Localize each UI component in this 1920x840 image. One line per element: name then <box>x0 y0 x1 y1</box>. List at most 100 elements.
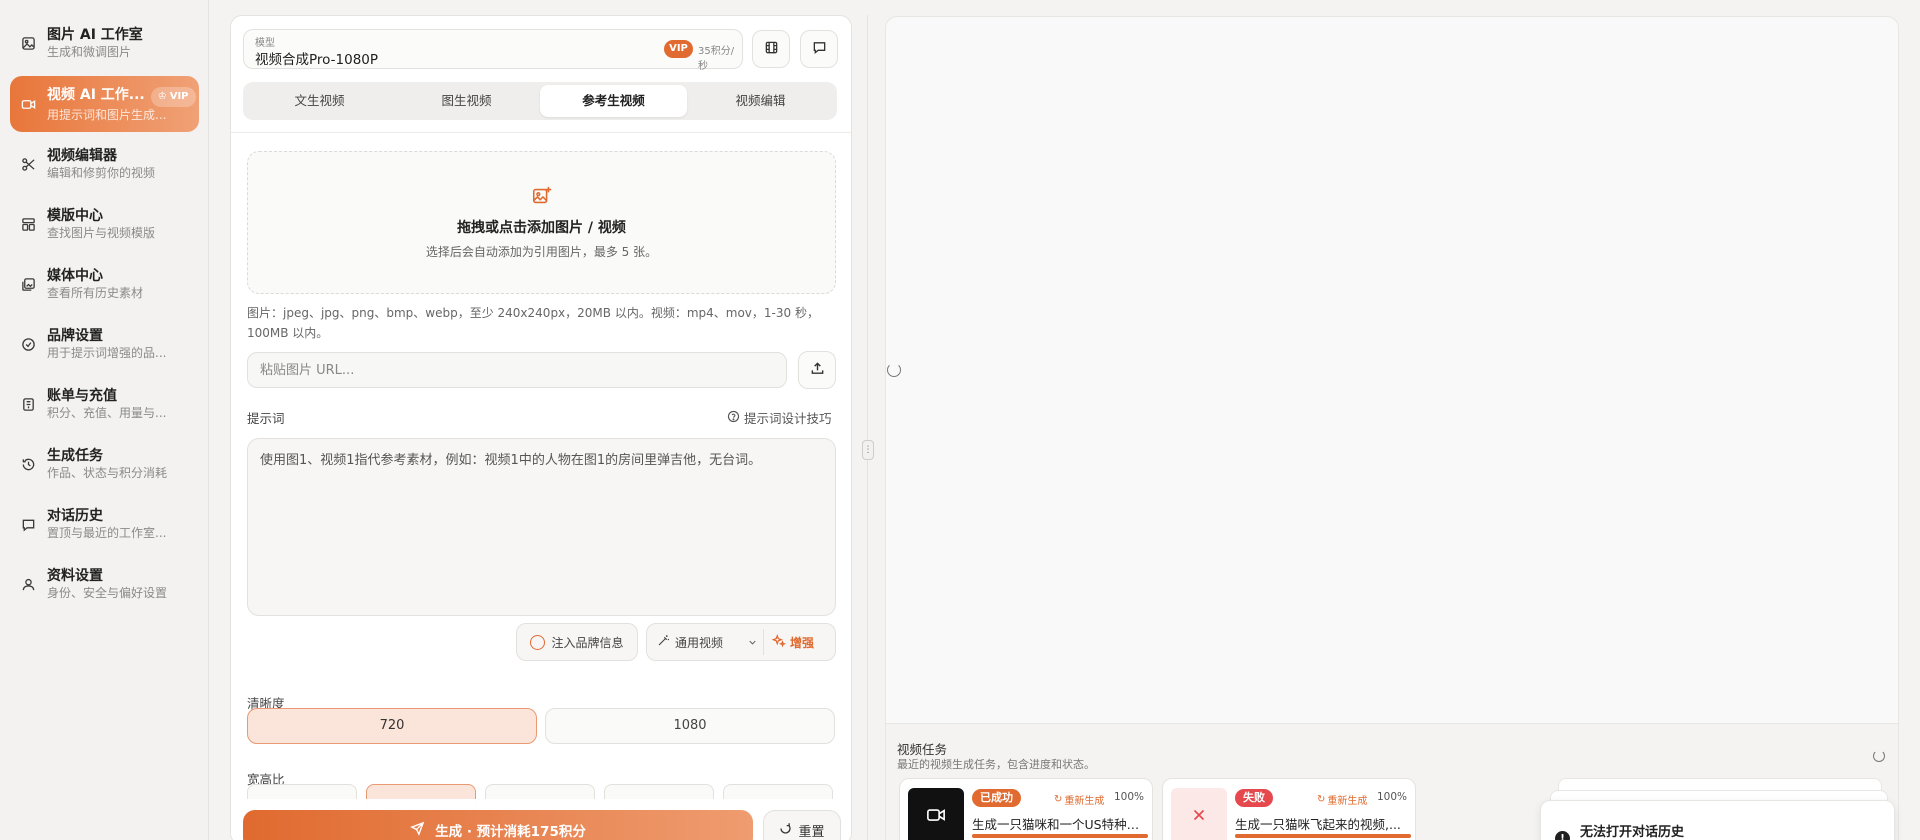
sidebar-item-title: 视频编辑器 <box>47 148 117 164</box>
sidebar-item-video-studio[interactable]: 视频 AI 工作... ♔ VIP 用提示词和图片生成... <box>10 76 199 132</box>
receipt-icon <box>20 396 36 412</box>
resolution-option-720[interactable]: 720 <box>247 708 537 744</box>
general-video-selector[interactable]: 通用视频 <box>647 634 741 651</box>
model-selector[interactable]: 模型 视频合成Pro-1080P VIP 35积分/秒 <box>243 29 743 72</box>
task-progress-text: 100% <box>1113 791 1144 803</box>
task-progress-fill <box>972 834 1148 838</box>
sidebar-item-subtitle: 查找图片与视频模版 <box>47 226 156 240</box>
refresh-icon <box>779 822 792 839</box>
crown-icon: ♔ <box>157 90 167 102</box>
enhance-button[interactable]: 增强 <box>763 629 814 655</box>
format-note: 图片：jpeg、jpg、png、bmp、webp，至少 240x240px，20… <box>247 306 819 340</box>
sidebar-item-profile[interactable]: 资料设置身份、安全与偏好设置 <box>10 556 199 612</box>
sidebar-item-title: 模版中心 <box>47 208 103 224</box>
task-card[interactable]: 失败 ↻ 重新生成 100% 生成一只猫咪飞起来的视频,... <box>1162 778 1416 840</box>
sidebar-item-title: 媒体中心 <box>47 268 103 284</box>
sidebar-item-tasks[interactable]: 生成任务 作品、状态与积分消耗 <box>10 436 199 492</box>
resolution-option-1080[interactable]: 1080 <box>545 708 835 744</box>
prompt-label: 提示词 <box>247 411 285 426</box>
enhance-label: 增强 <box>790 635 815 650</box>
layout-template-icon <box>20 216 36 232</box>
sidebar-item-billing[interactable]: 账单与充值 积分、充值、用量与... <box>10 376 199 432</box>
prompt-textarea[interactable]: 使用图1、视频1指代参考素材，例如：视频1中的人物在图1的房间里弹吉他，无台词。 <box>247 438 836 616</box>
sidebar-item-subtitle: 查看所有历史素材 <box>47 286 144 300</box>
task-progress-text: 100% <box>1376 791 1407 803</box>
video-thumbnail <box>908 788 964 840</box>
scissors-icon <box>20 156 36 172</box>
regenerate-button[interactable]: ↻ 重新生成 <box>1054 792 1104 807</box>
sidebar-item-templates[interactable]: 模版中心查找图片与视频模版 <box>10 196 199 252</box>
sidebar-item-title: 视频 AI 工作... <box>47 86 145 103</box>
media-gallery-icon <box>20 276 36 292</box>
sidebar-item-subtitle: 身份、安全与偏好设置 <box>47 586 168 600</box>
video-camera-icon <box>20 96 36 112</box>
splitter-handle[interactable]: ⋮ <box>862 440 874 460</box>
toast-message: 无法打开对话历史 <box>1580 825 1685 840</box>
tab-reference-to-video[interactable]: 参考生视频 <box>540 85 687 117</box>
film-icon <box>764 40 779 59</box>
generation-panel: 模型 视频合成Pro-1080P VIP 35积分/秒 文生视频 图生视频 参考… <box>230 15 852 840</box>
sidebar-item-subtitle: 用于提示词增强的品... <box>47 346 167 360</box>
image-icon <box>20 35 36 51</box>
failed-thumbnail <box>1171 788 1227 840</box>
send-icon <box>410 821 425 840</box>
model-vip-badge: VIP <box>664 40 693 58</box>
task-card[interactable]: 已成功 ↻ 重新生成 100% 生成一只猫咪和一个US特种兵... <box>899 778 1153 840</box>
reset-label: 重置 <box>798 824 825 840</box>
media-dropzone[interactable]: 拖拽或点击添加图片 / 视频 选择后会自动添加为引用图片，最多 5 张。 <box>247 151 836 294</box>
help-circle-icon <box>727 410 740 426</box>
video-camera-icon <box>926 805 946 829</box>
sidebar-item-image-studio[interactable]: 图片 AI 工作室 生成和微调图片 <box>10 15 199 71</box>
sidebar-item-video-editor[interactable]: 视频编辑器编辑和修剪你的视频 <box>10 136 199 192</box>
image-add-icon <box>248 185 835 207</box>
model-value: 视频合成Pro-1080P <box>255 52 379 68</box>
chat-button[interactable] <box>800 30 838 68</box>
reset-button[interactable]: 重置 <box>763 810 841 840</box>
sidebar-item-title: 图片 AI 工作室 <box>47 27 143 43</box>
upload-icon <box>810 361 825 380</box>
sidebar-item-chat-history[interactable]: 对话历史 置顶与最近的工作室... <box>10 496 199 552</box>
inject-brand-label: 注入品牌信息 <box>551 635 624 650</box>
tab-image-to-video[interactable]: 图生视频 <box>393 85 540 117</box>
sidebar-item-brand[interactable]: 品牌设置 用于提示词增强的品... <box>10 316 199 372</box>
upload-button[interactable] <box>798 351 836 389</box>
radio-circle-icon <box>530 634 546 650</box>
error-toast[interactable]: ! 无法打开对话历史 <box>1540 800 1895 840</box>
generate-label: 生成 · 预计消耗175积分 <box>435 824 586 840</box>
dropzone-subtitle: 选择后会自动添加为引用图片，最多 5 张。 <box>425 245 658 259</box>
inject-brand-toggle[interactable]: 注入品牌信息 <box>516 623 638 661</box>
sidebar-item-subtitle: 用提示词和图片生成... <box>47 107 167 122</box>
model-label: 模型 <box>255 38 275 49</box>
refresh-icon: ↻ <box>1317 794 1326 805</box>
prompt-tips-link[interactable]: 提示词设计技巧 <box>727 408 832 427</box>
image-url-input[interactable] <box>247 352 787 388</box>
divider <box>231 132 851 133</box>
generate-button[interactable]: 生成 · 预计消耗175积分 <box>243 810 753 840</box>
regenerate-button[interactable]: ↻ 重新生成 <box>1317 792 1367 807</box>
panel-splitter <box>867 15 868 840</box>
sidebar-item-subtitle: 生成和微调图片 <box>47 45 132 59</box>
general-video-label: 通用视频 <box>675 635 724 650</box>
loading-spinner-icon <box>887 363 901 377</box>
chevron-down-icon[interactable] <box>741 637 763 648</box>
tasks-subtitle: 最近的视频生成任务，包含进度和状态。 <box>897 758 1095 771</box>
film-button[interactable] <box>752 30 790 68</box>
task-progress-bar <box>1235 834 1411 838</box>
sidebar-item-subtitle: 积分、充值、用量与... <box>47 406 167 420</box>
tab-video-edit[interactable]: 视频编辑 <box>687 85 834 117</box>
status-badge-failed: 失败 <box>1235 789 1273 807</box>
preview-canvas <box>885 16 1899 724</box>
chat-icon <box>812 40 827 59</box>
sidebar-item-title: 资料设置 <box>47 568 103 584</box>
model-rate: 35积分/秒 <box>698 46 735 72</box>
enhance-control-group: 通用视频 增强 <box>646 623 836 661</box>
sidebar-item-media[interactable]: 媒体中心查看所有历史素材 <box>10 256 199 312</box>
tab-text-to-video[interactable]: 文生视频 <box>246 85 393 117</box>
chat-icon <box>20 516 36 532</box>
sidebar-item-subtitle: 作品、状态与积分消耗 <box>47 466 168 480</box>
prompt-tips-label: 提示词设计技巧 <box>744 411 832 426</box>
status-badge-success: 已成功 <box>972 789 1021 807</box>
sidebar-item-subtitle: 编辑和修剪你的视频 <box>47 166 156 180</box>
alert-icon: ! <box>1555 831 1570 840</box>
loading-spinner-icon <box>1873 750 1885 762</box>
